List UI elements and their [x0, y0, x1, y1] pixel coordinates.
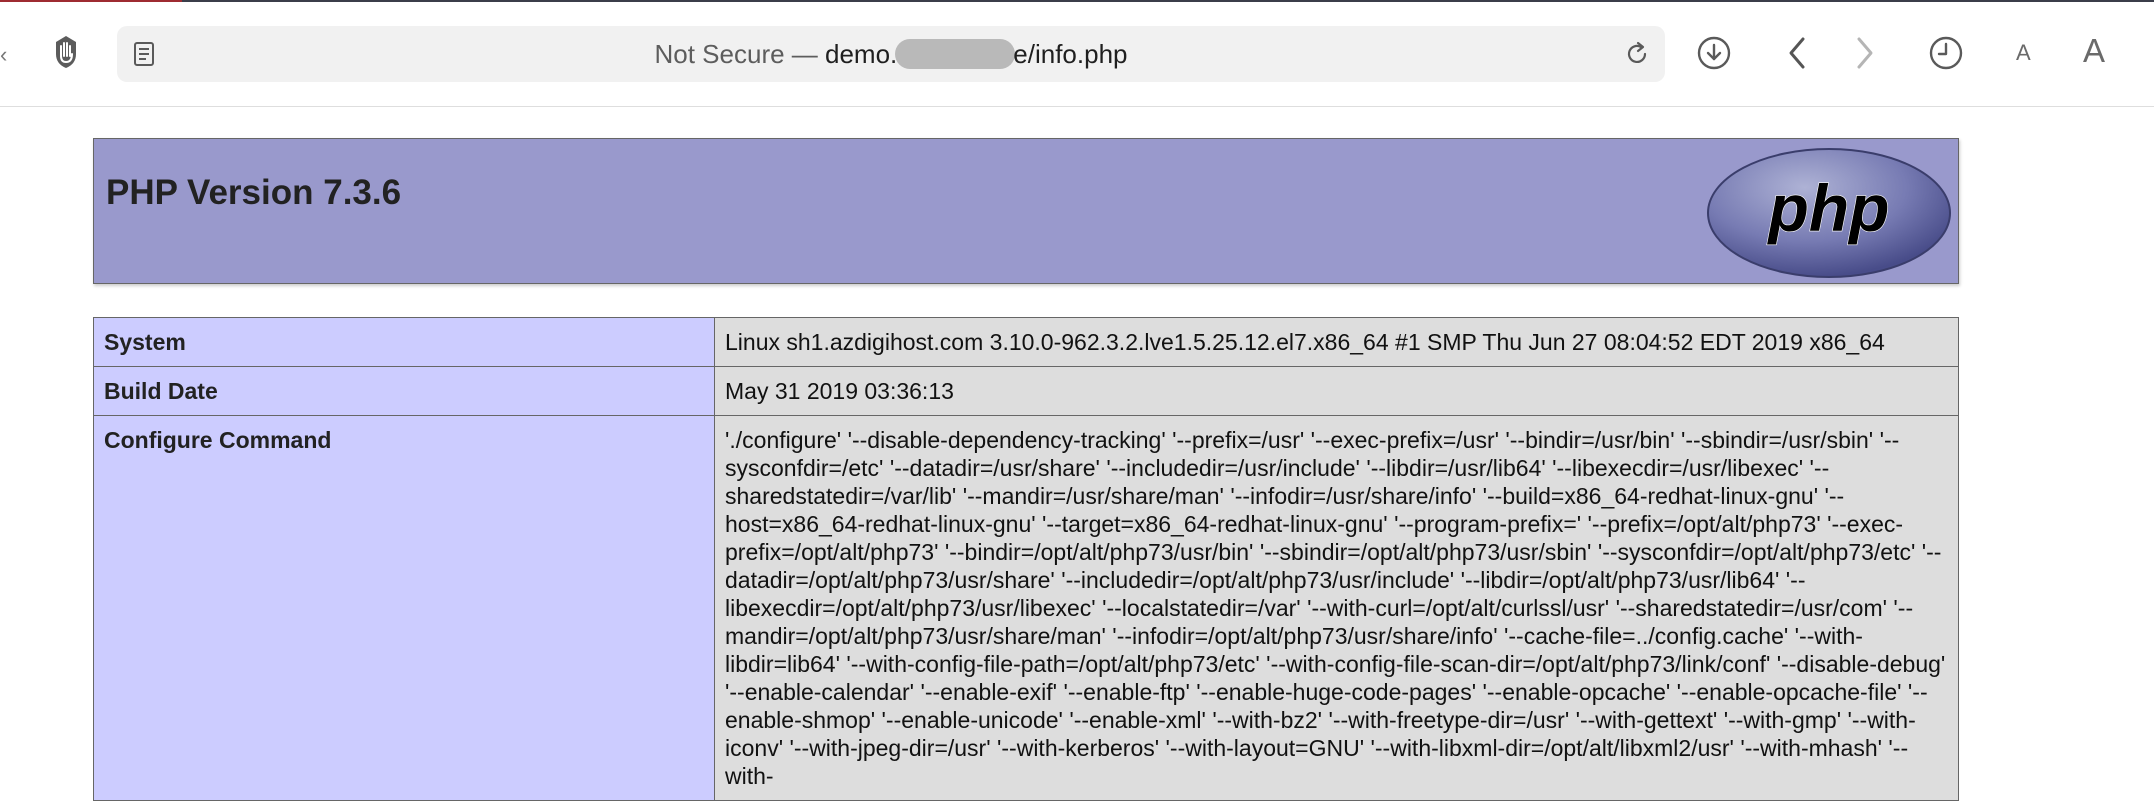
url-domain-end: e	[1013, 39, 1028, 69]
download-icon[interactable]	[1695, 34, 1733, 72]
php-logo[interactable]: php	[1706, 147, 1952, 284]
url-text[interactable]: Not Secure — demo. e/info.php	[117, 26, 1665, 82]
history-icon[interactable]	[1927, 34, 1965, 72]
php-logo-text: php	[1767, 171, 1890, 245]
php-info-table: System Linux sh1.azdigihost.com 3.10.0-9…	[93, 317, 1959, 801]
table-row: System Linux sh1.azdigihost.com 3.10.0-9…	[93, 317, 1959, 367]
row-value-build-date: May 31 2019 03:36:13	[714, 366, 1959, 416]
row-value-configure-command: './configure' '--disable-dependency-trac…	[714, 415, 1959, 801]
reload-icon[interactable]	[1623, 40, 1651, 73]
page-content: PHP Version 7.3.6 php System Linux sh1.a…	[0, 107, 2154, 801]
url-path: /info.php	[1027, 39, 1128, 69]
sidebar-edge-icon[interactable]: ‹	[0, 42, 7, 68]
table-row: Configure Command './configure' '--disab…	[93, 415, 1959, 801]
forward-icon[interactable]	[1850, 34, 1880, 72]
decrease-font-button[interactable]: A	[2016, 40, 2031, 66]
page-title: PHP Version 7.3.6	[106, 173, 402, 212]
redacted-domain	[895, 39, 1016, 69]
back-icon[interactable]	[1782, 34, 1812, 72]
address-bar[interactable]: Not Secure — demo. e/info.php	[117, 26, 1665, 82]
table-row: Build Date May 31 2019 03:36:13	[93, 366, 1959, 416]
row-key-system: System	[93, 317, 715, 367]
url-domain-start: demo.	[825, 39, 898, 69]
security-label: Not Secure —	[654, 39, 826, 69]
row-key-build-date: Build Date	[93, 366, 715, 416]
increase-font-button[interactable]: A	[2083, 32, 2105, 70]
row-key-configure-command: Configure Command	[93, 415, 715, 801]
browser-toolbar: ‹ Not Secure — demo. e/info.php A A	[0, 2, 2154, 107]
row-value-system: Linux sh1.azdigihost.com 3.10.0-962.3.2.…	[714, 317, 1959, 367]
hand-icon[interactable]	[48, 34, 84, 70]
php-header: PHP Version 7.3.6 php	[93, 138, 1959, 284]
